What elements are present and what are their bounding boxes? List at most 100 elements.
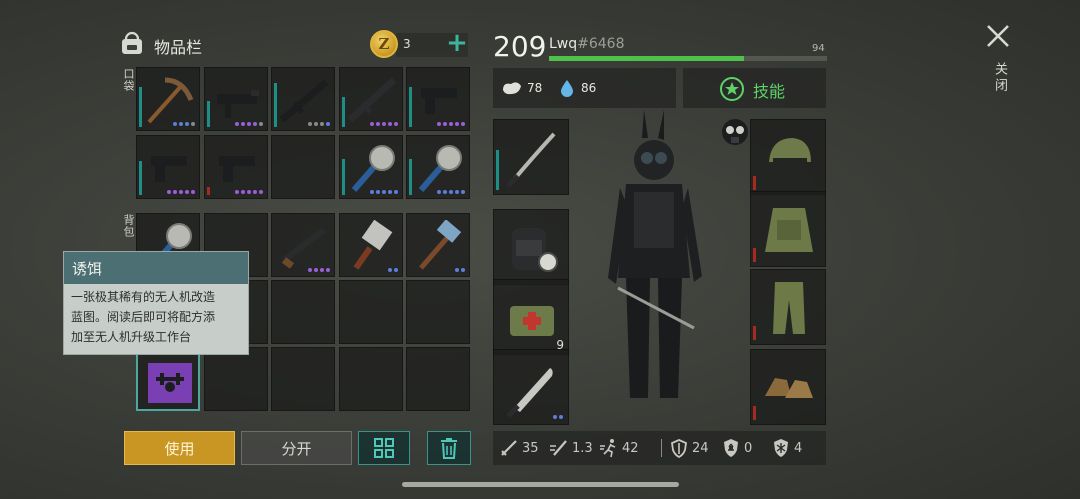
durability-bar [409,159,412,195]
backpack-slot-empty[interactable] [339,280,403,344]
backpack-slot-decoy-blueprint[interactable] [136,347,200,411]
inventory-slot-saw-club-2[interactable] [406,135,470,199]
backpack-slot-empty[interactable] [204,347,268,411]
tactical-backpack-icon [512,228,558,272]
camo-vest-icon [765,208,813,252]
shotgun-icon [281,227,326,269]
assault-rifle-icon [347,77,397,123]
durability-bar [139,87,142,127]
rarity-dots [173,122,195,126]
star-icon [720,77,744,101]
backpack-slot-empty[interactable] [271,347,335,411]
equip-slot-backpack[interactable] [493,209,569,285]
player-tag: #6468 [577,36,625,52]
sort-button[interactable] [358,431,410,465]
trash-button[interactable] [427,431,471,465]
rarity-dots [388,268,398,272]
equip-slot-medkit[interactable]: 9 [493,279,569,355]
backpack-slot-empty[interactable] [406,347,470,411]
home-indicator[interactable] [402,482,679,487]
inventory-slot-pistol-3[interactable] [204,135,268,199]
boots-icon [765,378,813,398]
camo-helmet-icon [769,138,811,166]
player-character-model [608,110,702,398]
inventory-slot-rifle[interactable] [271,67,335,131]
smg-icon [217,90,259,118]
stat-radiation: 0 [721,431,752,465]
snowflake-shield-icon [774,439,788,457]
player-level: 209 [493,30,547,63]
backpack-slot-cleaver[interactable] [339,213,403,277]
rarity-dots [437,122,465,126]
grid-sort-icon [374,438,394,458]
durability-bar [207,187,210,195]
inventory-slot-pistol-2[interactable] [136,135,200,199]
inventory-slot-assault-rifle[interactable] [339,67,403,131]
sledgehammer-icon [419,220,462,270]
rifle-icon [279,79,329,123]
stat-attack-speed: 1.3 [549,431,593,465]
durability-bar [342,159,345,195]
backpack-slot-shotgun[interactable] [271,213,335,277]
equip-slot-legs[interactable] [750,269,826,345]
trash-icon [441,438,457,459]
equip-slot-chest[interactable] [750,191,826,267]
durability-bar [342,97,345,127]
tooltip-title: 诱饵 [64,252,248,284]
coin-count: 3 [403,37,411,51]
durability-bar [409,87,412,127]
rarity-dots [553,415,563,419]
durability-bar [753,176,756,190]
stat-cold-value: 4 [794,440,803,456]
machete-icon [506,368,553,418]
equip-slot-melee[interactable] [493,119,569,195]
equip-slot-feet[interactable] [750,349,826,425]
inventory-slot-empty[interactable] [271,135,335,199]
close-label[interactable]: 关闭 [990,62,1009,94]
equip-slot-head[interactable] [750,119,826,195]
water-value: 86 [581,81,597,95]
split-button[interactable]: 分开 [241,431,352,465]
durability-bar [753,406,756,420]
pistol-icon [421,88,457,114]
backpack-slot-empty[interactable] [339,347,403,411]
stat-move-speed-value: 42 [622,440,639,456]
xp-bar-fill [549,56,744,61]
medkit-bag-icon [510,306,554,336]
rarity-dots [308,268,330,272]
stat-armor: 24 [669,431,709,465]
pistol-icon [151,156,187,182]
skills-label: 技能 [753,82,786,101]
durability-bar [207,101,210,127]
stat-radiation-value: 0 [744,440,753,456]
durability-bar [274,83,277,127]
saw-club-icon [351,145,395,192]
backpack-slot-empty[interactable] [406,280,470,344]
stat-cold: 4 [771,431,802,465]
stat-damage-value: 35 [522,440,539,456]
pickaxe-icon [147,77,194,124]
close-icon[interactable] [984,22,1012,50]
inventory-slot-saw-club[interactable] [339,135,403,199]
katana-icon [506,132,556,188]
pistol-icon [219,156,255,182]
use-button[interactable]: 使用 [124,431,235,465]
add-coins-button[interactable]: + [444,30,470,58]
durability-bar [139,161,142,195]
inventory-header: 物品栏 Z 3 + [118,30,470,60]
vitals-panel: 78 86 [493,68,676,108]
camo-pants-icon [773,282,805,334]
inventory-slot-pickaxe[interactable] [136,67,200,131]
backpack-icon [122,31,142,54]
equip-slot-machete[interactable] [493,349,569,425]
inventory-slot-smg[interactable] [204,67,268,131]
backpack-slot-empty[interactable] [271,280,335,344]
durability-bar [753,248,756,262]
stat-damage: 35 [499,431,539,465]
backpack-slot-sledgehammer[interactable] [406,213,470,277]
inventory-slot-pistol[interactable] [406,67,470,131]
skills-button[interactable]: 技能 [683,68,826,108]
durability-bar [753,326,756,340]
rarity-dots [167,190,195,194]
rarity-dots [308,122,330,126]
